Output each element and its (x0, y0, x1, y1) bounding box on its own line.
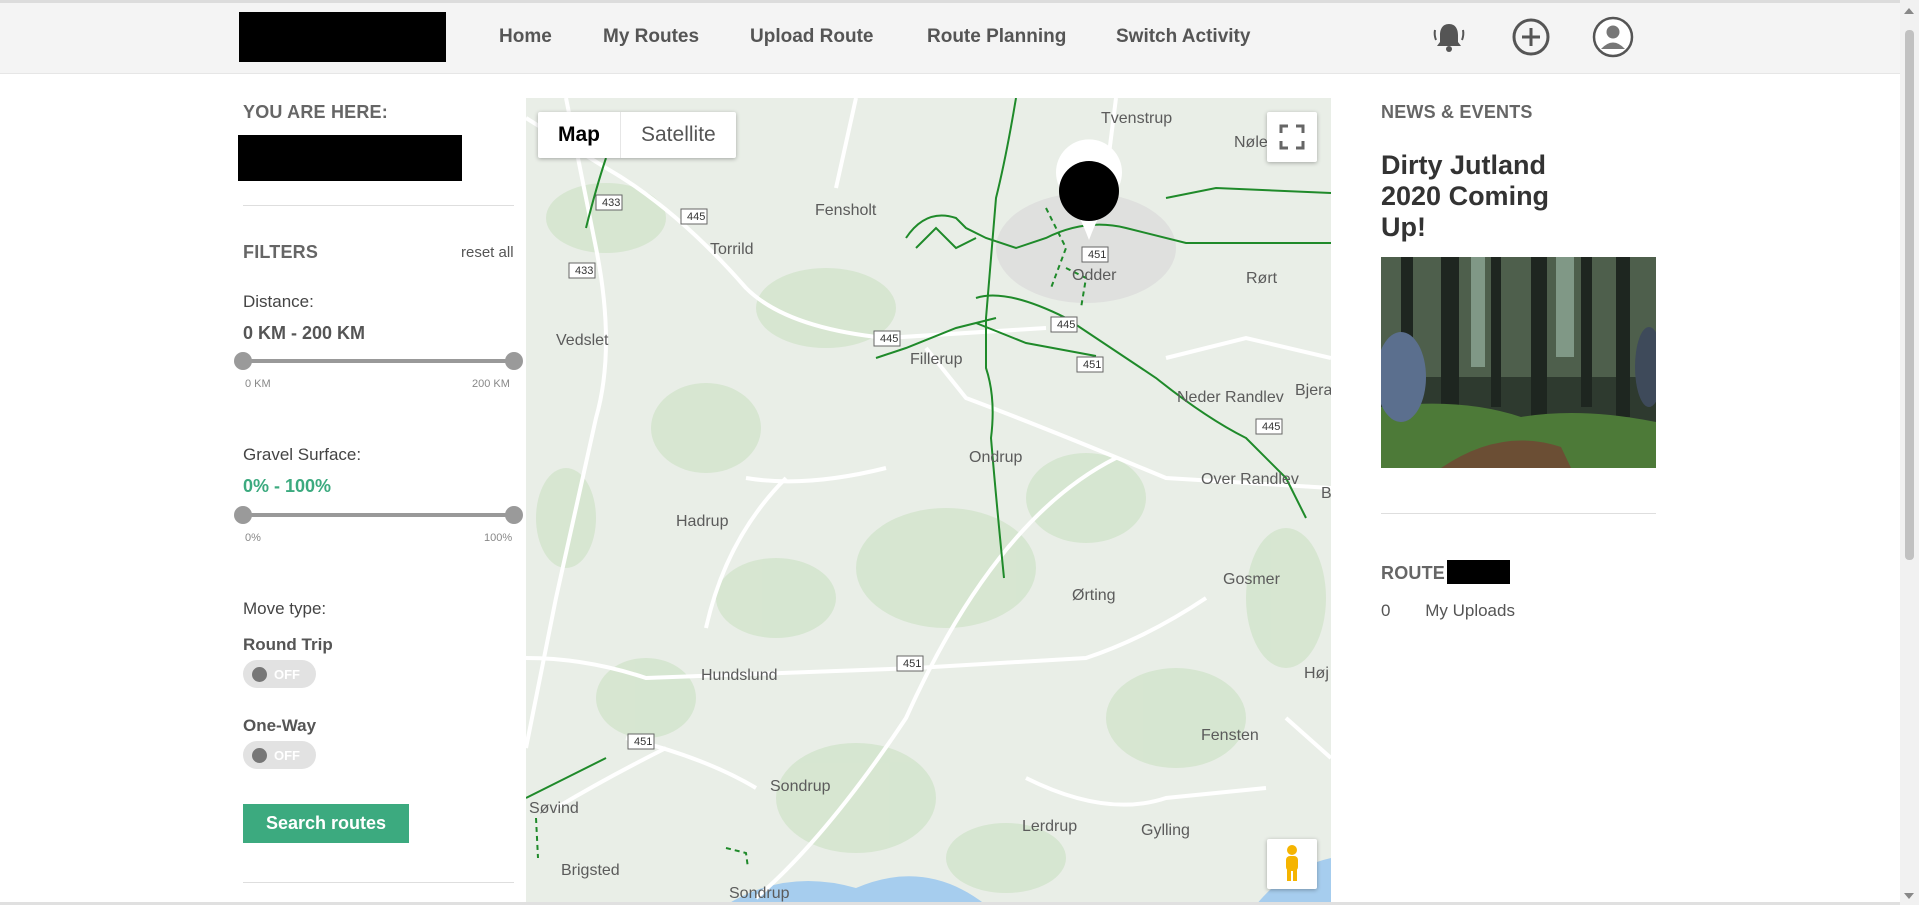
distance-label: Distance: (243, 292, 314, 311)
place-label: Bjera (1295, 382, 1331, 399)
place-label: Sondrup (729, 885, 790, 902)
distance-slider-min-handle[interactable] (234, 352, 252, 370)
place-label: Høj (1304, 665, 1329, 682)
top-navbar: Home My Routes Upload Route Route Planni… (0, 3, 1900, 74)
road-shield: 445 (880, 333, 898, 345)
move-type-label: Move type: (243, 599, 327, 618)
route-map[interactable]: 433 445 433 451 445 445 451 445 451 451 … (526, 98, 1331, 905)
gravel-slider-max-handle[interactable] (505, 506, 523, 524)
location-redacted (238, 135, 462, 181)
place-label: Nøle (1234, 134, 1268, 151)
distance-slider-track[interactable] (243, 359, 514, 363)
scroll-down-icon[interactable] (1904, 893, 1914, 899)
place-label: Fillerup (910, 351, 963, 368)
road-shield: 445 (1262, 421, 1280, 433)
road-shield: 451 (903, 658, 921, 670)
place-label: Odder (1072, 267, 1117, 284)
route-stats-heading: ROUTE (1381, 563, 1445, 583)
nav-route-planning[interactable]: Route Planning (927, 26, 1066, 48)
place-label: Vedslet (556, 332, 609, 349)
search-routes-button[interactable]: Search routes (243, 804, 409, 843)
road-shield: 445 (1057, 319, 1075, 331)
round-trip-toggle[interactable]: OFF (243, 660, 316, 688)
toggle-knob (252, 667, 267, 682)
one-way-label: One-Way (243, 716, 317, 735)
map-type-satellite-button[interactable]: Satellite (621, 112, 736, 158)
you-are-here-heading: YOU ARE HERE: (243, 102, 388, 122)
scroll-up-icon[interactable] (1904, 8, 1914, 14)
pegman-icon[interactable] (1267, 839, 1317, 889)
gravel-value: 0% - 100% (243, 476, 332, 496)
place-label: Sondrup (770, 778, 831, 795)
nav-upload-route[interactable]: Upload Route (750, 26, 874, 48)
place-label: Hundslund (701, 667, 778, 684)
place-label: Ørting (1072, 587, 1116, 604)
gravel-slider-min-handle[interactable] (234, 506, 252, 524)
gravel-max-tick: 100% (484, 532, 513, 544)
place-label: Torrild (710, 241, 754, 258)
distance-max-tick: 200 KM (472, 378, 510, 390)
scrollbar-thumb[interactable] (1905, 30, 1914, 560)
nav-switch-activity[interactable]: Switch Activity (1116, 26, 1250, 48)
place-label: Ondrup (969, 449, 1022, 466)
plus-circle-icon[interactable] (1510, 16, 1552, 58)
place-label: B (1321, 485, 1331, 502)
uploads-label: My Uploads (1425, 601, 1515, 620)
distance-value: 0 KM - 200 KM (243, 323, 366, 343)
place-label: Hadrup (676, 513, 729, 530)
road-shield: 433 (602, 197, 620, 209)
place-label: Over Randlev (1201, 471, 1299, 488)
road-shield: 451 (1083, 359, 1101, 371)
nav-home[interactable]: Home (499, 26, 552, 48)
right-divider (1381, 513, 1656, 514)
reset-all-link[interactable]: reset all (461, 244, 514, 261)
place-label: Fensholt (815, 202, 877, 219)
round-trip-label: Round Trip (243, 635, 333, 654)
user-avatar-icon[interactable] (1592, 16, 1634, 58)
road-shield: 445 (687, 211, 705, 223)
bell-icon[interactable] (1428, 16, 1470, 58)
place-label: Brigsted (561, 862, 620, 879)
sidebar-divider-bottom (243, 882, 514, 883)
site-logo-redacted[interactable] (239, 12, 446, 62)
map-type-control: Map Satellite (538, 112, 736, 158)
filters-heading: FILTERS (243, 242, 319, 262)
map-type-map-button[interactable]: Map (538, 112, 621, 158)
news-article-image[interactable] (1381, 257, 1656, 468)
news-article-title[interactable]: Dirty Jutland 2020 Coming Up! (1381, 150, 1591, 243)
my-uploads-row[interactable]: 0 My Uploads (1381, 601, 1515, 621)
distance-slider-max-handle[interactable] (505, 352, 523, 370)
place-label: Gosmer (1223, 571, 1281, 588)
place-label: Tvenstrup (1101, 110, 1172, 127)
place-label: Neder Randlev (1177, 389, 1284, 406)
road-shield: 451 (634, 736, 652, 748)
one-way-toggle[interactable]: OFF (243, 741, 316, 769)
page-scrollbar[interactable] (1900, 0, 1919, 905)
gravel-min-tick: 0% (245, 532, 261, 544)
fullscreen-icon[interactable] (1267, 112, 1317, 162)
gravel-label: Gravel Surface: (243, 445, 362, 464)
place-label: Lerdrup (1022, 818, 1077, 835)
road-shield: 433 (575, 265, 593, 277)
place-label: Søvind (529, 800, 579, 817)
place-label: Rørt (1246, 270, 1278, 287)
road-shield: 451 (1088, 249, 1106, 261)
uploads-count: 0 (1381, 601, 1391, 620)
toggle-state-text: OFF (274, 748, 300, 763)
place-label: Gylling (1141, 822, 1190, 839)
toggle-state-text: OFF (274, 667, 300, 682)
route-heading-redacted (1447, 560, 1510, 584)
sidebar-divider (243, 205, 514, 206)
place-label: Fensten (1201, 727, 1259, 744)
nav-my-routes[interactable]: My Routes (603, 26, 699, 48)
gravel-slider-track[interactable] (243, 513, 514, 517)
map-canvas: 433 445 433 451 445 445 451 445 451 451 … (526, 98, 1331, 905)
toggle-knob (252, 748, 267, 763)
news-events-heading: NEWS & EVENTS (1381, 102, 1533, 122)
distance-min-tick: 0 KM (245, 378, 271, 390)
